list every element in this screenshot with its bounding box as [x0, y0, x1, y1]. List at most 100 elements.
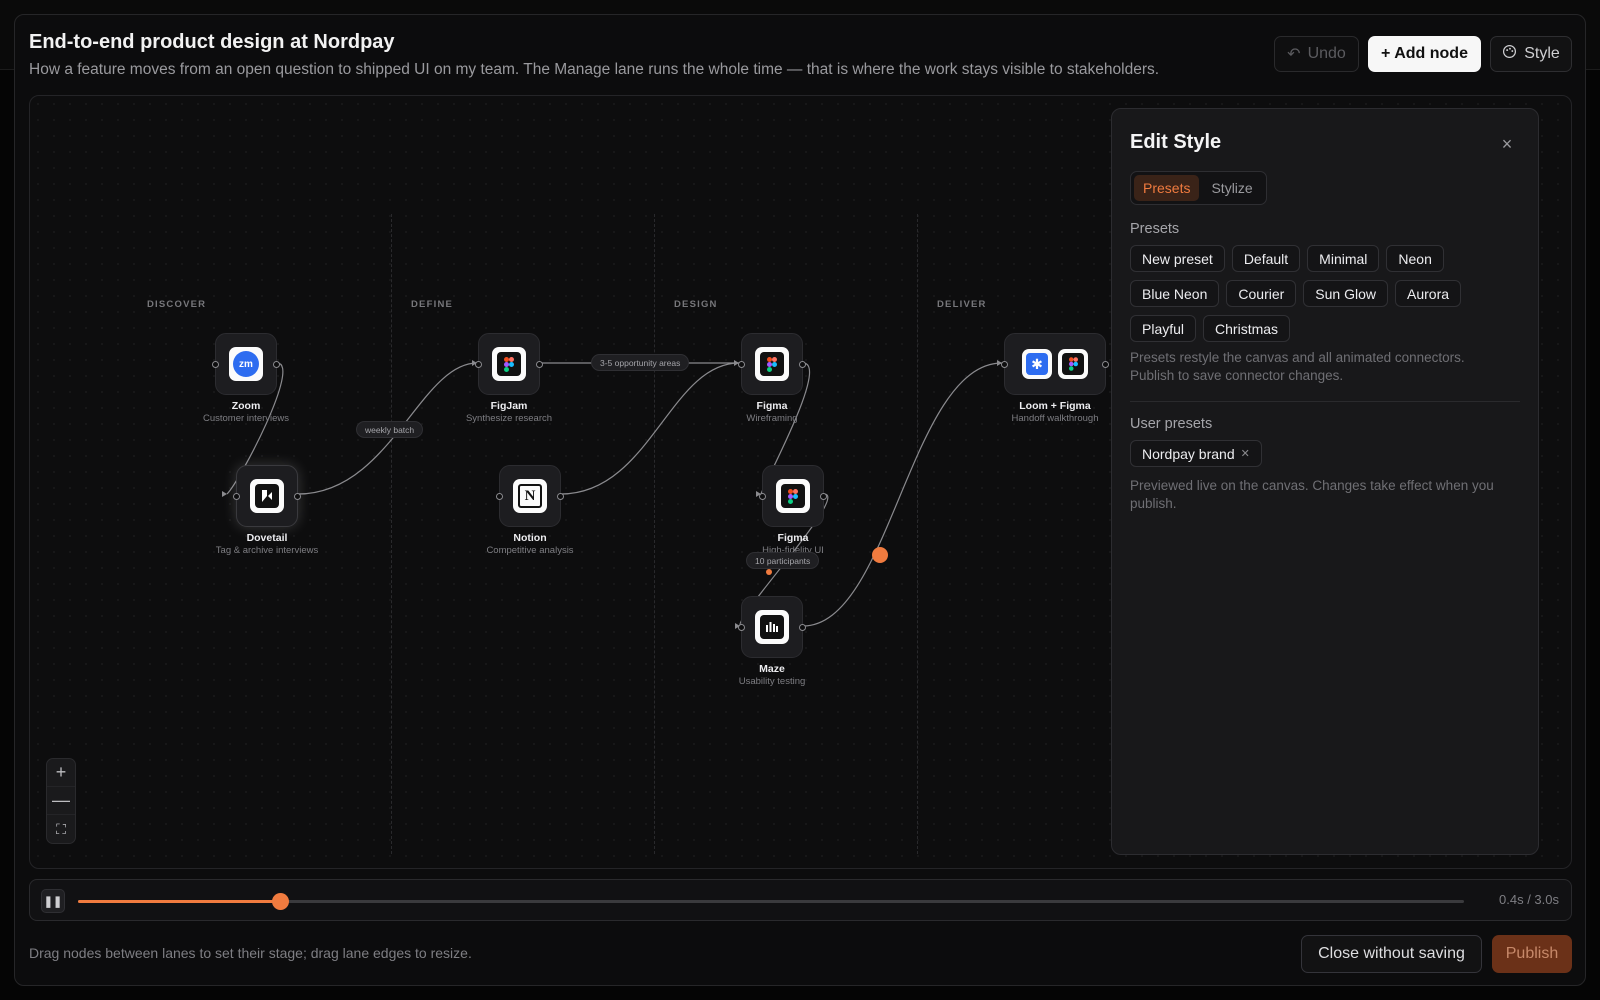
footer-hint: Drag nodes between lanes to set their st… — [29, 945, 472, 961]
figma-icon — [1058, 349, 1088, 379]
node-name: Notion — [513, 532, 547, 544]
timeline-scrubber[interactable] — [272, 893, 290, 910]
notion-icon: N — [513, 479, 547, 513]
node-description: Usability testing — [738, 676, 806, 687]
input-port[interactable] — [1001, 361, 1008, 368]
close-icon[interactable]: × — [1494, 131, 1520, 157]
input-port[interactable] — [738, 361, 745, 368]
panel-title: Edit Style — [1130, 131, 1222, 153]
tab-presets[interactable]: Presets — [1134, 175, 1200, 201]
pause-button[interactable]: ❚❚ — [41, 889, 65, 913]
style-label: Style — [1524, 45, 1560, 62]
user-preset-chip[interactable]: Nordpay brand ✕ — [1130, 440, 1262, 467]
input-port[interactable] — [212, 361, 219, 368]
loom-icon: ✱ — [1022, 349, 1052, 379]
maze-icon — [755, 610, 789, 644]
divider — [1130, 401, 1520, 402]
output-port[interactable] — [273, 361, 280, 368]
node-description: Synthesize research — [465, 413, 553, 424]
zoom-icon: zm — [229, 347, 263, 381]
dovetail-icon — [250, 479, 284, 513]
input-port[interactable] — [738, 624, 745, 631]
node-description: Tag & archive interviews — [215, 545, 319, 556]
node-name: Dovetail — [246, 532, 288, 544]
preset-chip[interactable]: Default — [1231, 245, 1301, 272]
node-name: FigJam — [490, 400, 528, 412]
animated-connector-dot — [872, 547, 888, 563]
node-description: Wireframing — [746, 413, 798, 424]
output-port[interactable] — [820, 493, 827, 500]
figma-icon — [755, 347, 789, 381]
remove-icon[interactable]: ✕ — [1241, 447, 1250, 460]
close-without-saving-button[interactable]: Close without saving — [1301, 935, 1482, 973]
style-tabs: Presets Stylize — [1130, 171, 1267, 205]
preset-chip[interactable]: Sun Glow — [1303, 280, 1388, 307]
edge-label[interactable]: 3-5 opportunity areas — [591, 354, 690, 371]
presets-heading: Presets — [1130, 221, 1180, 237]
node-notion[interactable]: N — [496, 465, 564, 527]
presets-note: Presets restyle the canvas and all anima… — [1130, 350, 1465, 383]
pause-icon: ❚❚ — [43, 895, 63, 908]
figma-icon — [776, 479, 810, 513]
preset-chip[interactable]: Aurora — [1395, 280, 1462, 307]
preset-chip[interactable]: New preset — [1130, 245, 1225, 272]
edge-label[interactable]: 10 participants — [746, 552, 820, 569]
timeline-time: 0.4s / 3.0s — [1499, 892, 1559, 907]
user-preset-label: Nordpay brand — [1142, 445, 1235, 462]
figma-icon — [492, 347, 526, 381]
output-port[interactable] — [557, 493, 564, 500]
output-port[interactable] — [1102, 361, 1109, 368]
tab-stylize[interactable]: Stylize — [1202, 175, 1261, 201]
input-port[interactable] — [233, 493, 240, 500]
zoom-out-button[interactable]: — — [47, 787, 75, 815]
node-maze[interactable] — [738, 596, 806, 658]
undo-icon: ↶ — [1287, 46, 1301, 63]
preset-chip[interactable]: Neon — [1386, 245, 1444, 272]
node-name: Zoom — [231, 400, 261, 412]
page-subtitle: How a feature moves from an open questio… — [29, 61, 1160, 78]
user-presets-note: Previewed live on the canvas. Changes ta… — [1130, 478, 1494, 511]
output-port[interactable] — [799, 624, 806, 631]
animation-timeline: ❚❚ 0.4s / 3.0s — [29, 879, 1572, 921]
input-port[interactable] — [475, 361, 482, 368]
user-presets-heading: User presets — [1130, 416, 1213, 432]
workflow-editor-modal: End-to-end product design at Nordpay How… — [14, 14, 1586, 986]
undo-button[interactable]: ↶ Undo — [1274, 36, 1359, 72]
user-preset-list: Nordpay brand ✕ — [1130, 440, 1525, 467]
zoom-controls: + — ⛶ — [46, 758, 76, 844]
output-port[interactable] — [799, 361, 806, 368]
palette-icon — [1502, 44, 1517, 64]
node-name: Maze — [759, 663, 785, 675]
workflow-canvas[interactable]: DISCOVER DEFINE DESIGN DELIVER zm Zoom C… — [29, 95, 1572, 869]
connector — [560, 362, 740, 495]
node-dovetail[interactable] — [233, 465, 301, 527]
output-port[interactable] — [294, 493, 301, 500]
publish-button[interactable]: Publish — [1492, 935, 1572, 973]
preset-chip[interactable]: Playful — [1130, 315, 1197, 342]
node-description: Competitive analysis — [486, 545, 574, 556]
add-node-button[interactable]: + Add node — [1368, 36, 1481, 72]
node-figma-wireframing[interactable] — [738, 333, 806, 395]
edge-label[interactable]: weekly batch — [356, 421, 424, 438]
node-name: Figma — [756, 400, 788, 412]
page-title: End-to-end product design at Nordpay — [29, 31, 395, 53]
undo-label: Undo — [1307, 45, 1346, 62]
node-figma-hifi[interactable] — [759, 465, 827, 527]
preset-chip[interactable]: Minimal — [1307, 245, 1380, 272]
edit-style-panel: Edit Style × Presets Stylize Presets New… — [1111, 108, 1539, 855]
style-button[interactable]: Style — [1490, 36, 1572, 72]
fit-view-button[interactable]: ⛶ — [47, 815, 75, 843]
node-figjam[interactable] — [475, 333, 543, 395]
node-description: Customer interviews — [202, 413, 290, 424]
zoom-in-button[interactable]: + — [47, 759, 75, 787]
input-port[interactable] — [759, 493, 766, 500]
node-name: Figma — [777, 532, 809, 544]
node-zoom[interactable]: zm — [212, 333, 280, 395]
animated-connector-dot — [766, 569, 772, 575]
preset-chip[interactable]: Christmas — [1203, 315, 1291, 342]
preset-chip[interactable]: Courier — [1226, 280, 1297, 307]
node-loom-figma[interactable]: ✱ — [1001, 333, 1109, 395]
input-port[interactable] — [496, 493, 503, 500]
output-port[interactable] — [536, 361, 543, 368]
preset-chip[interactable]: Blue Neon — [1130, 280, 1220, 307]
